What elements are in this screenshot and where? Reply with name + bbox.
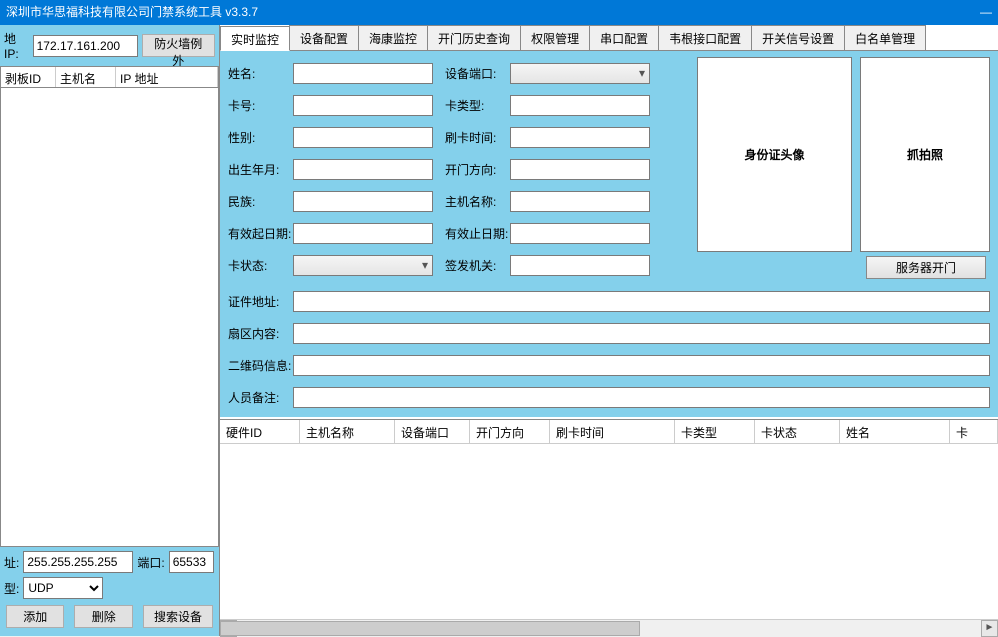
input-valid-to[interactable] — [510, 223, 650, 244]
type-label: 型: — [4, 580, 19, 597]
select-card-state[interactable] — [293, 255, 433, 276]
scrollbar-thumb[interactable] — [220, 621, 640, 636]
label-cert-addr: 证件地址: — [228, 293, 293, 310]
minimize-icon[interactable]: — — [980, 0, 992, 25]
input-qr-info[interactable] — [293, 355, 990, 376]
tab-hik-monitor[interactable]: 海康监控 — [358, 25, 428, 50]
th-card: 卡 — [950, 420, 998, 443]
protocol-select[interactable]: UDP — [23, 577, 103, 599]
label-person-remark: 人员备注: — [228, 389, 293, 406]
label-card-state: 卡状态: — [228, 257, 293, 274]
device-list-body[interactable] — [0, 88, 219, 547]
input-card-type[interactable] — [510, 95, 650, 116]
input-cert-addr[interactable] — [293, 291, 990, 312]
input-person-remark[interactable] — [293, 387, 990, 408]
col-ip: IP 地址 — [116, 67, 218, 87]
local-ip-label: 地IP: — [4, 30, 29, 61]
device-list-header: 剥板ID 主机名 IP 地址 — [0, 66, 219, 88]
log-table-header: 硬件ID 主机名称 设备端口 开门方向 刷卡时间 卡类型 卡状态 姓名 卡 — [220, 420, 998, 444]
label-open-dir: 开门方向: — [445, 161, 510, 178]
label-name: 姓名: — [228, 65, 293, 82]
label-card-no: 卡号: — [228, 97, 293, 114]
label-area-content: 扇区内容: — [228, 325, 293, 342]
log-table-body[interactable] — [220, 444, 998, 619]
port-label: 端口: — [137, 554, 164, 571]
input-swipe-time[interactable] — [510, 127, 650, 148]
search-device-button[interactable]: 搜索设备 — [143, 605, 213, 628]
delete-button[interactable]: 删除 — [74, 605, 132, 628]
capture-photo-box: 抓拍照 — [860, 57, 990, 252]
log-table: 硬件ID 主机名称 设备端口 开门方向 刷卡时间 卡类型 卡状态 姓名 卡 ◄ … — [220, 419, 998, 636]
input-area-content[interactable] — [293, 323, 990, 344]
input-birth[interactable] — [293, 159, 433, 180]
window-controls: — — [980, 0, 992, 25]
tab-device-config[interactable]: 设备配置 — [289, 25, 359, 50]
port-input[interactable] — [169, 551, 214, 573]
left-panel: 地IP: 防火墙例外 剥板ID 主机名 IP 地址 址: 端口: 型: UDP — [0, 25, 220, 636]
label-nation: 民族: — [228, 193, 293, 210]
right-panel: 实时监控 设备配置 海康监控 开门历史查询 权限管理 串口配置 韦根接口配置 开… — [220, 25, 998, 636]
tab-bar: 实时监控 设备配置 海康监控 开门历史查询 权限管理 串口配置 韦根接口配置 开… — [220, 25, 998, 51]
addr-label: 址: — [4, 554, 19, 571]
label-issuer: 签发机关: — [445, 257, 510, 274]
label-card-type: 卡类型: — [445, 97, 510, 114]
th-swipe-time: 刷卡时间 — [550, 420, 675, 443]
server-open-door-button[interactable]: 服务器开门 — [866, 256, 986, 279]
th-card-type: 卡类型 — [675, 420, 755, 443]
id-photo-box: 身份证头像 — [697, 57, 852, 252]
local-ip-input[interactable] — [33, 35, 138, 57]
input-open-dir[interactable] — [510, 159, 650, 180]
input-issuer[interactable] — [510, 255, 650, 276]
scroll-right-icon[interactable]: ► — [981, 620, 998, 637]
input-name[interactable] — [293, 63, 433, 84]
capture-photo-label: 抓拍照 — [907, 146, 943, 163]
col-host: 主机名 — [56, 67, 116, 87]
th-name: 姓名 — [840, 420, 950, 443]
col-board-id: 剥板ID — [1, 67, 56, 87]
input-valid-from[interactable] — [293, 223, 433, 244]
th-card-state: 卡状态 — [755, 420, 840, 443]
th-hardware-id: 硬件ID — [220, 420, 300, 443]
tab-wiegand-config[interactable]: 韦根接口配置 — [658, 25, 752, 50]
addr-input[interactable] — [23, 551, 133, 573]
label-gender: 性别: — [228, 129, 293, 146]
label-valid-to: 有效止日期: — [445, 225, 510, 242]
th-open-dir: 开门方向 — [470, 420, 550, 443]
input-host-name[interactable] — [510, 191, 650, 212]
input-nation[interactable] — [293, 191, 433, 212]
add-button[interactable]: 添加 — [6, 605, 64, 628]
th-host-name: 主机名称 — [300, 420, 395, 443]
tab-realtime-monitor[interactable]: 实时监控 — [220, 26, 290, 51]
window-title: 深圳市华思福科技有限公司门禁系统工具 v3.3.7 — [6, 0, 258, 25]
id-photo-label: 身份证头像 — [744, 146, 804, 163]
form-area: 姓名: 设备端口: 卡号: 卡类型: 性别: — [220, 51, 998, 417]
horizontal-scrollbar[interactable]: ◄ ► — [220, 619, 998, 636]
firewall-exception-button[interactable]: 防火墙例外 — [142, 34, 215, 57]
select-device-port[interactable] — [510, 63, 650, 84]
label-birth: 出生年月: — [228, 161, 293, 178]
tab-open-history[interactable]: 开门历史查询 — [427, 25, 521, 50]
label-swipe-time: 刷卡时间: — [445, 129, 510, 146]
label-host-name: 主机名称: — [445, 193, 510, 210]
tab-switch-signal[interactable]: 开关信号设置 — [751, 25, 845, 50]
title-bar: 深圳市华思福科技有限公司门禁系统工具 v3.3.7 — — [0, 0, 998, 25]
label-valid-from: 有效起日期: — [228, 225, 293, 242]
input-gender[interactable] — [293, 127, 433, 148]
tab-permission[interactable]: 权限管理 — [520, 25, 590, 50]
label-qr-info: 二维码信息: — [228, 357, 293, 374]
input-card-no[interactable] — [293, 95, 433, 116]
tab-whitelist[interactable]: 白名单管理 — [844, 25, 926, 50]
label-device-port: 设备端口: — [445, 65, 510, 82]
th-device-port: 设备端口 — [395, 420, 470, 443]
tab-serial-config[interactable]: 串口配置 — [589, 25, 659, 50]
